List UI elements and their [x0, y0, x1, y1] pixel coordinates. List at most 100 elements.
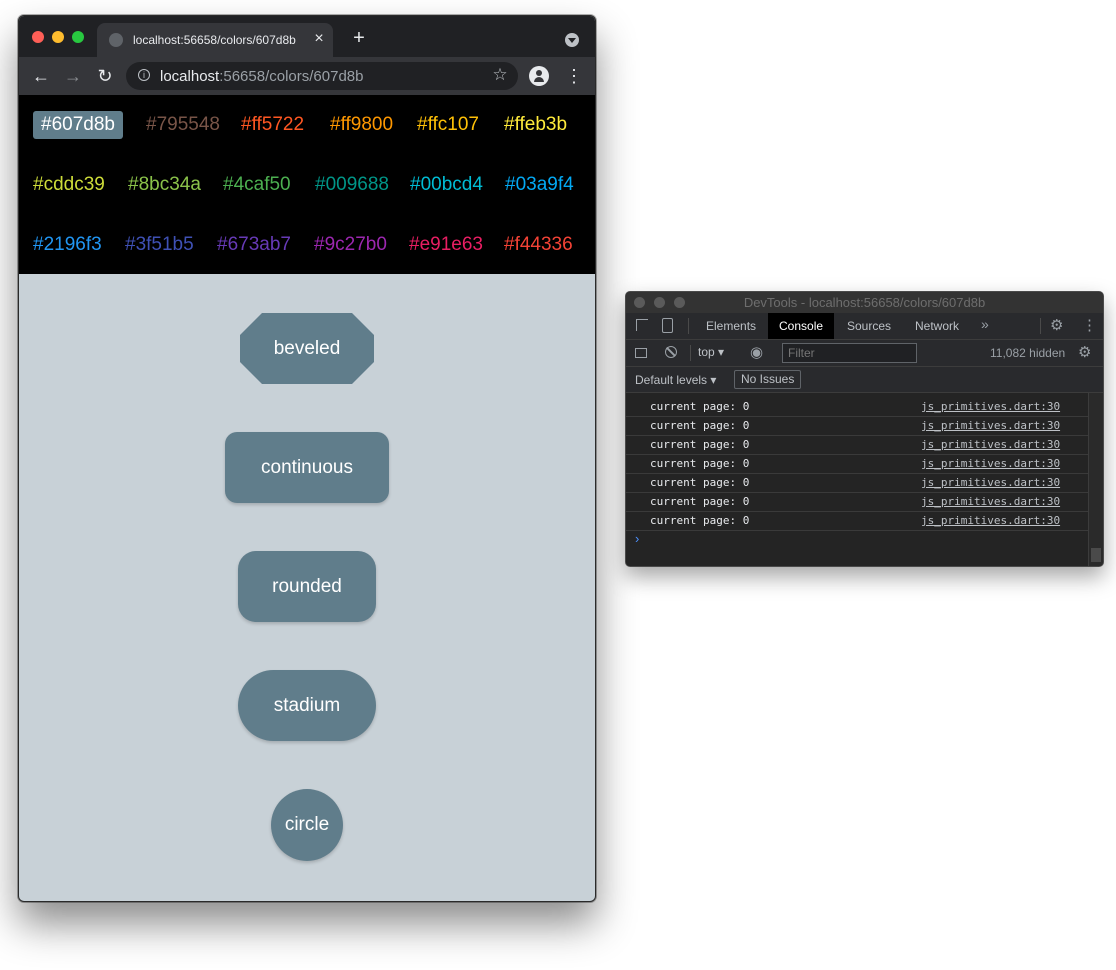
color-chip[interactable]: #ff5722 — [241, 111, 304, 139]
reload-icon[interactable]: ↻ — [94, 65, 116, 87]
devtools-tabbar: Elements Console Sources Network » ⚙ ⋮ — [626, 313, 1103, 340]
color-chip[interactable]: #f44336 — [504, 231, 573, 259]
console-output: current page: 0 js_primitives.dart:30 cu… — [626, 393, 1088, 566]
clear-console-icon[interactable] — [665, 346, 677, 358]
browser-menu-icon[interactable]: ⋮ — [565, 65, 583, 87]
tab-sources[interactable]: Sources — [836, 313, 902, 339]
color-chip[interactable]: #cddc39 — [33, 171, 105, 199]
color-chip[interactable]: #607d8b — [33, 111, 123, 139]
shape-buttons-area: beveled continuous rounded stadium circl… — [19, 274, 595, 901]
console-log-row: current page: 0 js_primitives.dart:30 — [626, 436, 1088, 455]
globe-icon — [109, 33, 123, 47]
log-source-link[interactable]: js_primitives.dart:30 — [921, 474, 1060, 492]
color-chip[interactable]: #ffeb3b — [504, 111, 567, 139]
scrollbar-thumb[interactable] — [1091, 548, 1101, 562]
log-message: current page: 0 — [650, 514, 750, 527]
url-host: localhost — [160, 68, 220, 85]
log-levels-dropdown[interactable]: Default levels ▾ — [635, 373, 716, 387]
maximize-window-button[interactable] — [72, 31, 84, 43]
color-chip[interactable]: #673ab7 — [217, 231, 291, 259]
tab-elements[interactable]: Elements — [695, 313, 767, 339]
beveled-label: beveled — [273, 337, 341, 359]
browser-window: localhost:56658/colors/607d8b × + ← → ↻ … — [18, 15, 596, 902]
tab-title: localhost:56658/colors/607d8b — [133, 33, 296, 47]
page-content: #607d8b #795548 #ff5722 #ff9800 #ffc107 … — [19, 95, 595, 901]
log-source-link[interactable]: js_primitives.dart:30 — [921, 493, 1060, 511]
log-message: current page: 0 — [650, 438, 750, 451]
log-source-link[interactable]: js_primitives.dart:30 — [921, 512, 1060, 530]
color-chip[interactable]: #03a9f4 — [505, 171, 574, 199]
continuous-label: continuous — [261, 456, 353, 478]
log-source-link[interactable]: js_primitives.dart:30 — [921, 455, 1060, 473]
stadium-button[interactable]: stadium — [238, 670, 376, 741]
address-bar[interactable]: i localhost:56658/colors/607d8b ☆ — [126, 62, 518, 90]
log-message: current page: 0 — [650, 400, 750, 413]
console-filter-input[interactable] — [782, 343, 917, 363]
site-info-icon[interactable]: i — [138, 69, 150, 81]
console-levels-bar: Default levels ▾ No Issues — [626, 367, 1103, 393]
color-chip[interactable]: #795548 — [146, 111, 220, 139]
close-window-button[interactable] — [32, 31, 44, 43]
log-message: current page: 0 — [650, 495, 750, 508]
color-chip[interactable]: #9c27b0 — [314, 231, 387, 259]
settings-gear-icon[interactable]: ⚙ — [1050, 317, 1063, 335]
color-chip[interactable]: #4caf50 — [223, 171, 291, 199]
inspect-element-icon[interactable] — [636, 319, 648, 331]
tab-close-icon[interactable]: × — [311, 30, 327, 48]
forward-arrow-icon[interactable]: → — [62, 65, 84, 87]
url-path: :56658/colors/607d8b — [219, 68, 364, 85]
color-chip[interactable]: #00bcd4 — [410, 171, 483, 199]
color-chip[interactable]: #ffc107 — [417, 111, 479, 139]
circle-button[interactable]: circle — [271, 789, 343, 861]
color-chip[interactable]: #3f51b5 — [125, 231, 194, 259]
log-source-link[interactable]: js_primitives.dart:30 — [921, 417, 1060, 435]
divider — [1040, 318, 1041, 334]
console-log-row: current page: 0 js_primitives.dart:30 — [626, 417, 1088, 436]
log-message: current page: 0 — [650, 476, 750, 489]
minimize-window-button[interactable] — [52, 31, 64, 43]
url-text: localhost:56658/colors/607d8b — [160, 68, 363, 85]
console-log-row: current page: 0 js_primitives.dart:30 — [626, 512, 1088, 531]
log-source-link[interactable]: js_primitives.dart:30 — [921, 398, 1060, 416]
browser-titlebar: localhost:56658/colors/607d8b × + — [19, 16, 595, 57]
console-settings-gear-icon[interactable]: ⚙ — [1078, 344, 1091, 362]
stadium-label: stadium — [273, 694, 341, 716]
tab-search-icon[interactable] — [565, 33, 579, 47]
tab-console[interactable]: Console — [768, 313, 835, 339]
circle-label: circle — [284, 814, 330, 835]
console-log-row: current page: 0 js_primitives.dart:30 — [626, 474, 1088, 493]
console-log-row: current page: 0 js_primitives.dart:30 — [626, 493, 1088, 512]
color-chip[interactable]: #009688 — [315, 171, 389, 199]
console-toolbar: top ▾ ◉ 11,082 hidden ⚙ — [626, 340, 1103, 367]
device-toolbar-icon[interactable] — [662, 318, 673, 333]
beveled-button[interactable]: beveled — [240, 313, 374, 384]
bookmark-star-icon[interactable]: ☆ — [490, 65, 510, 85]
devtools-menu-icon[interactable]: ⋮ — [1082, 317, 1097, 335]
divider — [690, 345, 691, 361]
more-tabs-icon[interactable]: » — [981, 316, 989, 332]
console-scrollbar[interactable] — [1088, 393, 1103, 566]
console-prompt-chevron-icon[interactable]: › — [635, 531, 639, 546]
console-sidebar-icon[interactable] — [635, 348, 647, 358]
color-chip[interactable]: #e91e63 — [409, 231, 483, 259]
profile-avatar-icon[interactable] — [529, 66, 549, 86]
log-source-link[interactable]: js_primitives.dart:30 — [921, 436, 1060, 454]
devtools-title: DevTools - localhost:56658/colors/607d8b — [743, 295, 986, 310]
continuous-button[interactable]: continuous — [225, 432, 389, 503]
color-chip[interactable]: #2196f3 — [33, 231, 102, 259]
browser-tab[interactable]: localhost:56658/colors/607d8b × — [97, 23, 333, 57]
new-tab-button[interactable]: + — [349, 28, 369, 48]
console-log-row: current page: 0 js_primitives.dart:30 — [626, 455, 1088, 474]
issues-button[interactable]: No Issues — [734, 370, 802, 389]
tab-network[interactable]: Network — [904, 313, 970, 339]
live-expression-eye-icon[interactable]: ◉ — [750, 343, 763, 361]
rounded-button[interactable]: rounded — [238, 551, 376, 622]
devtools-titlebar: DevTools - localhost:56658/colors/607d8b — [626, 292, 1103, 313]
log-message: current page: 0 — [650, 419, 750, 432]
color-chip[interactable]: #8bc34a — [128, 171, 201, 199]
back-arrow-icon[interactable]: ← — [30, 65, 52, 87]
log-message: current page: 0 — [650, 457, 750, 470]
color-chip[interactable]: #ff9800 — [330, 111, 393, 139]
hidden-messages-count: 11,082 hidden — [990, 346, 1066, 360]
context-select[interactable]: top ▾ — [698, 345, 724, 359]
